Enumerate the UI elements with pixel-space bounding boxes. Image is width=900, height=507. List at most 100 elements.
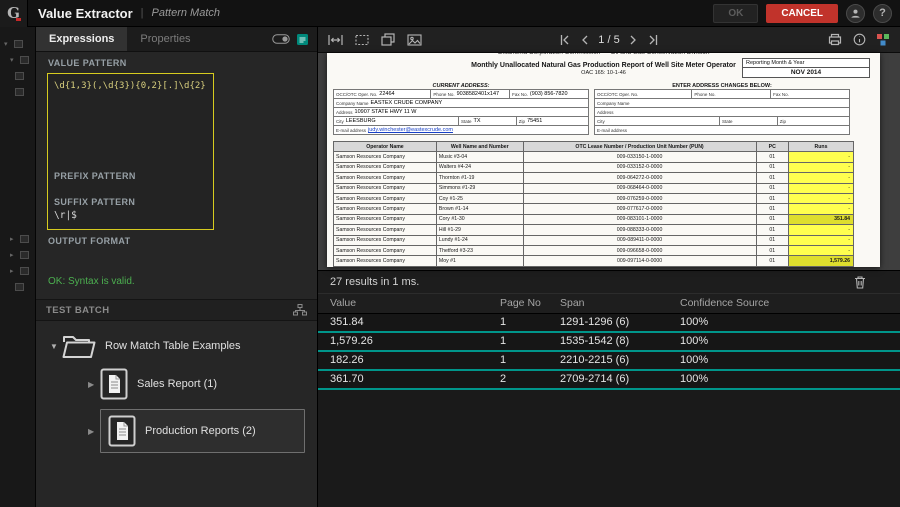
- help-button[interactable]: ?: [873, 3, 892, 23]
- result-value: 361.70: [330, 373, 364, 385]
- col-page-no: Page No: [500, 297, 541, 309]
- pun-cell: 009-083101-1-0000: [522, 213, 757, 226]
- nav-tree-node[interactable]: ▸: [0, 232, 35, 245]
- field-label: OCC/OTC Oper. No.: [597, 91, 639, 97]
- pc-cell: 01: [755, 224, 789, 236]
- print-icon[interactable]: [828, 33, 842, 46]
- node-icon: [20, 266, 29, 275]
- next-page-icon[interactable]: [628, 34, 639, 46]
- cancel-button[interactable]: CANCEL: [766, 3, 838, 23]
- channels-icon[interactable]: [877, 33, 890, 46]
- result-row[interactable]: 1,579.26 1 1535-1542 (8) 100%: [318, 332, 900, 352]
- expander-icon[interactable]: ▶: [88, 380, 100, 389]
- expander-icon: ▾: [10, 56, 14, 64]
- operator-cell: Samson Resources Company: [333, 234, 437, 246]
- well-cell: Music #3-04: [435, 151, 524, 163]
- fit-width-icon[interactable]: [328, 34, 343, 46]
- node-icon: [20, 234, 29, 243]
- col-pun: OTC Lease Number / Production Unit Numbe…: [522, 140, 757, 153]
- table-row: Samson Resources Company Brown #1-14 009…: [333, 203, 855, 215]
- tree-node-document[interactable]: ▶ Sales Report (1): [50, 368, 309, 400]
- result-page: 2: [500, 373, 507, 385]
- table-row: Samson Resources Company Coy #1-25 009-0…: [333, 192, 855, 205]
- result-span: 1291-1296 (6): [560, 316, 630, 328]
- field-value: LEESBURG: [345, 118, 376, 124]
- thumbnails-icon[interactable]: [381, 33, 395, 46]
- operator-cell: Samson Resources Company: [333, 161, 437, 174]
- runs-cell: -: [787, 151, 855, 163]
- image-icon[interactable]: [407, 33, 422, 46]
- pattern-editor[interactable]: \d{1,3}(,\d{3}){0,2}[.]\d{2} PREFIX PATT…: [47, 73, 214, 230]
- pc-cell: 01: [755, 244, 789, 257]
- tree-node-root[interactable]: ▼ Row Match Table Examples: [50, 333, 309, 359]
- viewer-toolbar: 1 / 5: [318, 27, 900, 53]
- marquee-zoom-icon[interactable]: [355, 34, 369, 46]
- result-row[interactable]: 351.84 1 1291-1296 (6) 100%: [318, 313, 900, 333]
- selected-node-box[interactable]: Production Reports (2): [100, 409, 305, 453]
- result-row[interactable]: 182.26 1 2210-2215 (6) 100%: [318, 351, 900, 371]
- page-indicator[interactable]: 1 / 5: [598, 34, 619, 46]
- operator-cell: Samson Resources Company: [333, 203, 437, 215]
- tree-node-document-selected[interactable]: ▶ Production Reports (2): [50, 409, 309, 453]
- nav-tree-node[interactable]: ▸: [0, 248, 35, 261]
- prev-page-icon[interactable]: [579, 34, 590, 46]
- pc-cell: 01: [755, 255, 789, 267]
- well-cell: Thetford #3-23: [435, 244, 524, 257]
- sitemap-icon[interactable]: [293, 304, 307, 316]
- current-address-block: CURRENT ADDRESS: OCC/OTC Oper. No. 22464 …: [333, 83, 589, 135]
- first-page-icon[interactable]: [558, 34, 571, 46]
- tab-properties[interactable]: Properties: [127, 27, 203, 51]
- value-pattern-input[interactable]: \d{1,3}(,\d{3}){0,2}[.]\d{2}: [54, 81, 207, 93]
- runs-cell: 351.84: [787, 213, 855, 226]
- field-value: TX: [473, 118, 481, 124]
- suffix-pattern-input[interactable]: \r|$: [54, 210, 207, 221]
- app-window: G Value Extractor Pattern Match OK CANCE…: [0, 0, 900, 507]
- operator-cell: Samson Resources Company: [333, 192, 437, 205]
- result-value: 182.26: [330, 354, 364, 366]
- nav-tree-node[interactable]: [0, 85, 35, 98]
- col-source: Source: [736, 297, 770, 309]
- pun-cell: 009-033152-0-0000: [522, 161, 757, 174]
- pun-cell: 009-097114-0-0000: [522, 255, 757, 267]
- pun-cell: 009-076259-0-0000: [522, 192, 757, 205]
- field-label: E-mail address: [336, 127, 367, 133]
- result-value: 1,579.26: [330, 335, 373, 347]
- result-row[interactable]: 361.70 2 2709-2714 (6) 100%: [318, 370, 900, 390]
- result-confidence: 100%: [680, 354, 709, 366]
- expander-icon[interactable]: ▶: [88, 427, 100, 436]
- nav-rail: ▾ ▾ ▸ ▸ ▸: [0, 27, 36, 507]
- last-page-icon[interactable]: [647, 34, 660, 46]
- col-pc: PC: [755, 140, 789, 153]
- document-page[interactable]: Oklahoma Corporation Commission — Oil an…: [327, 53, 880, 267]
- field-label: Zip: [779, 118, 787, 124]
- ok-button[interactable]: OK: [713, 3, 759, 23]
- main-area: 1 / 5 Monthly Unallocated Natural Gas Pr…: [318, 27, 900, 507]
- document-viewer[interactable]: Oklahoma Corporation Commission — Oil an…: [318, 53, 900, 270]
- operator-cell: Samson Resources Company: [333, 224, 437, 236]
- field-value: 9038582401x147: [456, 91, 500, 97]
- field-label: City: [597, 118, 605, 124]
- user-button[interactable]: [846, 3, 865, 23]
- operator-cell: Samson Resources Company: [333, 213, 437, 226]
- reporting-month-label: Reporting Month & Year: [743, 59, 869, 68]
- node-icon: [15, 87, 24, 96]
- nav-tree-node[interactable]: ▾: [0, 53, 35, 66]
- result-span: 1535-1542 (8): [560, 335, 630, 347]
- nav-tree-node[interactable]: ▸: [0, 264, 35, 277]
- expander-icon[interactable]: ▼: [50, 342, 62, 351]
- trash-icon[interactable]: [854, 275, 866, 289]
- toggle-icon[interactable]: [272, 34, 290, 44]
- nav-tree-node[interactable]: [0, 69, 35, 82]
- regex-options-icon[interactable]: [297, 33, 308, 45]
- nav-tree-node[interactable]: [0, 280, 35, 293]
- tab-expressions[interactable]: Expressions: [36, 27, 128, 51]
- field-label: State: [722, 118, 733, 124]
- pun-cell: 009-096658-0-0000: [522, 244, 757, 257]
- value-pattern-label: VALUE PATTERN: [48, 58, 127, 68]
- field-label: Fax No.: [773, 91, 789, 97]
- info-icon[interactable]: [853, 33, 866, 46]
- nav-tree-node[interactable]: ▾: [0, 37, 35, 50]
- well-cell: Brown #1-14: [435, 203, 524, 215]
- node-icon: [15, 282, 24, 291]
- doc-top-line: Oklahoma Corporation Commission — Oil an…: [327, 53, 880, 57]
